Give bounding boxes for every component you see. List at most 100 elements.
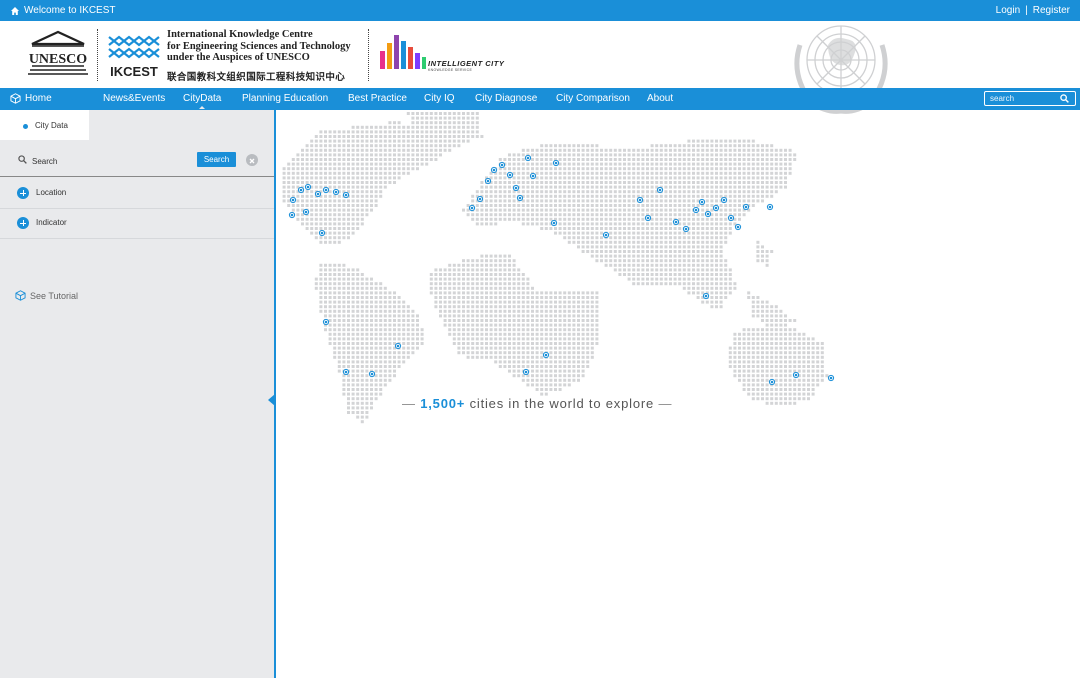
sidebar-search-input[interactable] (30, 153, 194, 169)
city-dot[interactable] (827, 374, 835, 382)
land-dot (365, 411, 369, 414)
city-dot[interactable] (734, 223, 742, 231)
nav-home[interactable]: Home (10, 93, 52, 104)
city-dot[interactable] (768, 378, 776, 386)
filter-location[interactable]: Location (0, 178, 274, 209)
city-dot[interactable] (512, 184, 520, 192)
land-dot (641, 171, 645, 175)
city-dot[interactable] (602, 231, 610, 239)
city-dot[interactable] (720, 196, 728, 204)
nav-search-input[interactable] (985, 94, 1060, 103)
city-dot[interactable] (342, 191, 350, 199)
nav-city-diagnose[interactable]: City Diagnose (475, 93, 537, 104)
city-dot[interactable] (516, 194, 524, 202)
nav-about[interactable]: About (647, 93, 673, 104)
nav-city-iq[interactable]: City IQ (424, 93, 455, 104)
filter-indicator[interactable]: Indicator (0, 208, 274, 239)
nav-news-events[interactable]: News&Events (103, 93, 165, 104)
nav-planning-education[interactable]: Planning Education (242, 93, 328, 104)
sidebar-search-button[interactable]: Search (197, 152, 236, 167)
city-dot[interactable] (394, 342, 402, 350)
nav-citydata[interactable]: CityData (183, 93, 221, 109)
land-dot (604, 181, 608, 184)
city-dot[interactable] (322, 186, 330, 194)
register-link[interactable]: Register (1033, 5, 1070, 16)
land-dot (328, 300, 332, 304)
land-dot (448, 135, 452, 138)
land-dot (669, 268, 672, 272)
intelligent-city-logo[interactable] (378, 33, 430, 73)
city-dot[interactable] (552, 159, 560, 167)
city-dot[interactable] (314, 190, 322, 198)
see-tutorial-link[interactable]: See Tutorial (15, 290, 78, 301)
city-dot[interactable] (476, 195, 484, 203)
land-dot (489, 217, 493, 221)
city-dot[interactable] (682, 225, 690, 233)
land-dot (682, 259, 686, 263)
sidebar-collapse-arrow[interactable] (268, 394, 275, 406)
land-dot (365, 383, 369, 387)
city-dot[interactable] (498, 161, 506, 169)
city-dot[interactable] (332, 188, 340, 196)
city-dot[interactable] (542, 351, 550, 359)
city-dot[interactable] (529, 172, 537, 180)
land-dot (567, 199, 571, 203)
land-dot (337, 355, 341, 359)
land-dot (517, 153, 521, 157)
ikcest-logo[interactable]: IKCEST (107, 31, 161, 77)
world-dot-map[interactable] (276, 110, 1080, 678)
city-dot[interactable] (704, 210, 712, 218)
city-dot[interactable] (522, 368, 530, 376)
land-dot (425, 121, 429, 125)
unesco-logo[interactable]: UNESCO (28, 30, 88, 78)
city-dot[interactable] (342, 368, 350, 376)
nav-city-comparison[interactable]: City Comparison (556, 93, 630, 104)
land-dot (613, 231, 617, 235)
plus-icon[interactable] (17, 217, 29, 229)
login-link[interactable]: Login (996, 5, 1020, 16)
city-dot[interactable] (490, 166, 498, 174)
tab-city-data[interactable]: City Data (0, 110, 89, 140)
land-dot (434, 116, 438, 120)
city-dot[interactable] (302, 208, 310, 216)
city-dot[interactable] (322, 318, 330, 326)
city-dot[interactable] (304, 183, 312, 191)
city-dot[interactable] (702, 292, 710, 300)
nav-best-practice[interactable]: Best Practice (348, 93, 407, 104)
city-dot[interactable] (656, 186, 664, 194)
land-dot (687, 250, 691, 253)
city-dot[interactable] (506, 171, 514, 179)
city-dot[interactable] (550, 219, 558, 227)
land-dot (379, 185, 383, 189)
land-dot (383, 185, 387, 189)
city-dot[interactable] (368, 370, 376, 378)
city-dot[interactable] (636, 196, 644, 204)
city-dot[interactable] (766, 203, 774, 211)
city-dot[interactable] (672, 218, 680, 226)
city-dot[interactable] (712, 204, 720, 212)
land-dot (393, 121, 396, 125)
plus-icon[interactable] (17, 187, 29, 199)
land-dot (388, 148, 392, 152)
city-dot[interactable] (742, 203, 750, 211)
land-dot (705, 231, 709, 235)
land-dot (370, 346, 373, 350)
search-icon[interactable] (1060, 94, 1069, 103)
city-dot[interactable] (692, 206, 700, 214)
city-dot[interactable] (644, 214, 652, 222)
city-dot[interactable] (289, 196, 297, 204)
city-dot[interactable] (727, 214, 735, 222)
land-dot (531, 346, 534, 350)
city-dot[interactable] (524, 154, 532, 162)
clear-icon[interactable] (246, 154, 258, 166)
city-dot[interactable] (698, 198, 706, 206)
city-dot[interactable] (318, 229, 326, 237)
city-dot[interactable] (484, 177, 492, 185)
land-dot (761, 300, 764, 304)
city-dot[interactable] (288, 211, 296, 219)
city-dot[interactable] (468, 204, 476, 212)
city-dot[interactable] (792, 371, 800, 379)
land-dot (747, 194, 751, 198)
city-dot[interactable] (297, 186, 305, 194)
city-dots[interactable] (288, 154, 835, 386)
